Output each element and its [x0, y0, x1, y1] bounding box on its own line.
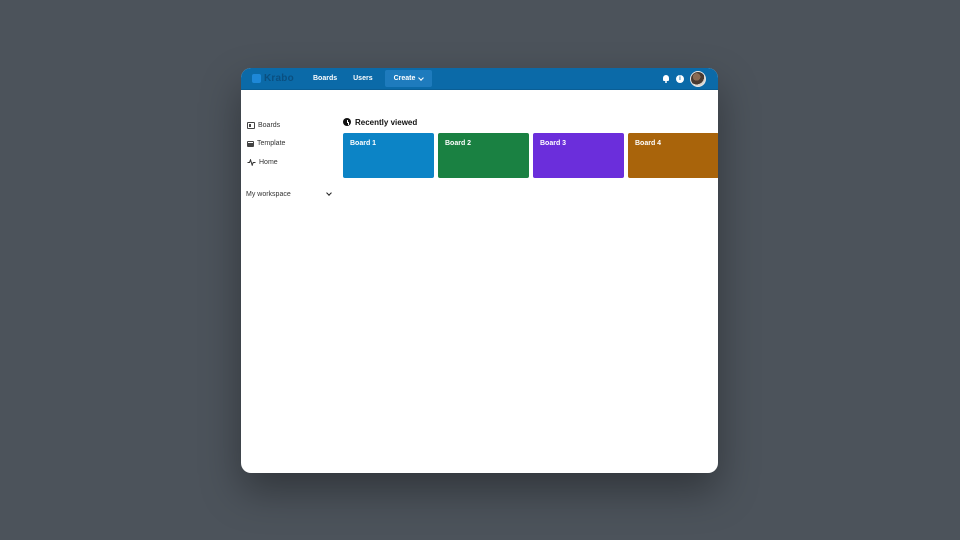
create-label: Create	[393, 75, 416, 82]
info-icon[interactable]: i	[676, 74, 684, 83]
create-button[interactable]: Create	[384, 70, 433, 87]
sidebar-item-label: Template	[257, 140, 286, 148]
board-card[interactable]: Board 3	[533, 133, 624, 178]
home-icon	[247, 158, 256, 166]
sidebar-item-template[interactable]: Template	[247, 135, 335, 154]
logo-text: Krabo	[264, 73, 294, 84]
workspace-label: My workspace	[246, 190, 291, 198]
sidebar-item-label: Boards	[258, 121, 281, 129]
main-nav: Boards Users Create	[305, 68, 433, 89]
chevron-down-icon	[418, 74, 425, 81]
nav-users-label: Users	[353, 75, 373, 82]
topbar-actions: i	[662, 68, 706, 89]
section-title: Recently viewed	[355, 117, 418, 127]
bell-icon[interactable]	[662, 74, 670, 83]
recent-boards: Board 1 Board 2 Board 3 Board 4	[343, 133, 718, 178]
clock-icon	[343, 118, 351, 126]
board-icon	[247, 121, 255, 129]
logo-icon	[252, 74, 261, 83]
board-title: Board 4	[635, 140, 662, 147]
app-window: Krabo Boards Users Create i Boards Templ…	[241, 68, 718, 473]
board-title: Board 1	[350, 140, 377, 147]
board-card[interactable]: Board 4	[628, 133, 718, 178]
recently-viewed-heading: Recently viewed	[343, 116, 417, 128]
board-title: Board 3	[540, 140, 567, 147]
board-card[interactable]: Board 1	[343, 133, 434, 178]
board-title: Board 2	[445, 140, 472, 147]
sidebar-item-boards[interactable]: Boards	[247, 116, 335, 135]
board-card[interactable]: Board 2	[438, 133, 529, 178]
nav-users[interactable]: Users	[345, 70, 380, 87]
sidebar-item-label: Home	[259, 158, 278, 166]
workspace-dropdown[interactable]: My workspace	[246, 188, 333, 200]
sidebar-item-home[interactable]: Home	[247, 153, 335, 172]
nav-boards[interactable]: Boards	[305, 70, 345, 87]
template-icon	[247, 140, 254, 147]
sidebar: Boards Template Home	[247, 116, 335, 172]
avatar[interactable]	[690, 70, 706, 87]
nav-boards-label: Boards	[313, 75, 338, 82]
chevron-down-icon	[326, 190, 332, 196]
top-navbar: Krabo Boards Users Create i	[241, 68, 718, 90]
app-logo[interactable]: Krabo	[252, 72, 294, 85]
